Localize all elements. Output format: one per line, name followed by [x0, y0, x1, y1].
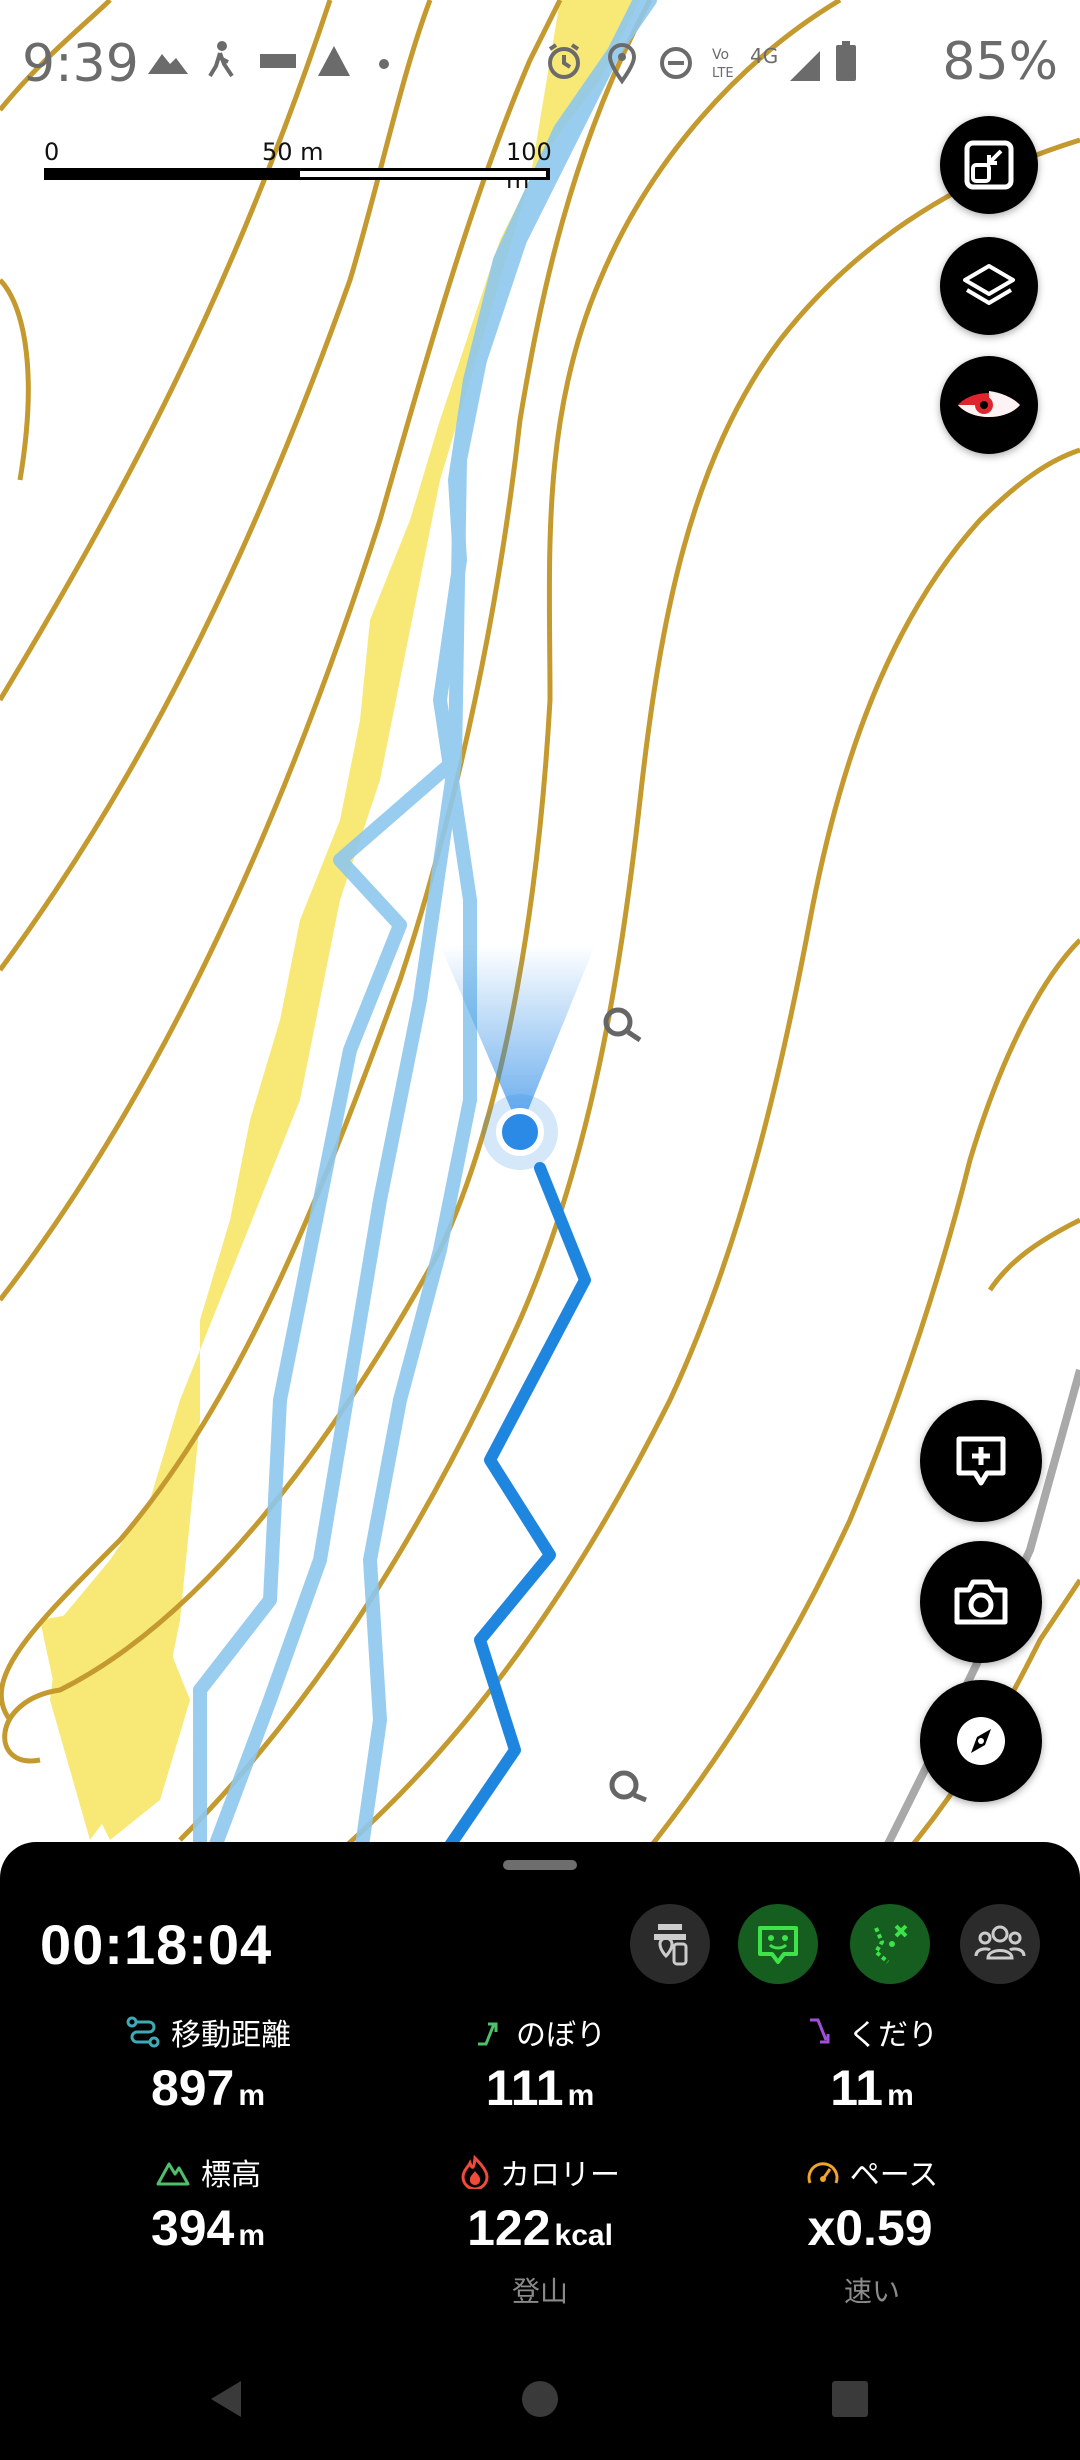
stat-distance: 移動距離 897 m [58, 2012, 358, 2124]
ascent-icon [478, 2022, 498, 2046]
alarm-icon [548, 43, 581, 79]
recents-icon [832, 2381, 868, 2417]
compass-icon [957, 1717, 1005, 1765]
layers-icon [963, 264, 1015, 305]
group-button[interactable] [960, 1904, 1040, 1984]
camera-icon [954, 1579, 1008, 1625]
stat-ascent-unit: m [567, 2079, 595, 2112]
panel-drag-handle[interactable] [503, 1860, 577, 1870]
scale-label-50: 50 m [262, 138, 324, 166]
stat-calories-label: カロリー [500, 2158, 620, 2193]
nav-home-button[interactable] [505, 2364, 575, 2434]
group-icon [974, 1925, 1026, 1960]
stat-pace-value: x0.59 [807, 2200, 933, 2256]
eye-icon [958, 391, 1020, 417]
gear-list-icon [654, 1924, 688, 1966]
view-mode-button[interactable] [940, 356, 1038, 454]
news-icon [260, 54, 296, 68]
svg-text:Vo: Vo [712, 47, 729, 63]
stat-descent-value: 11 [830, 2060, 884, 2116]
system-nav-bar [0, 2340, 1080, 2460]
stat-calories-value: 122 [467, 2200, 551, 2256]
svg-text:LTE: LTE [712, 66, 734, 81]
camera-button[interactable] [920, 1541, 1042, 1663]
route-edit-button[interactable] [850, 1904, 930, 1984]
flame-icon [461, 2155, 489, 2189]
system-icons: Vo LTE 4G 85% [536, 32, 1058, 92]
triangle-icon [318, 46, 350, 76]
stat-altitude-label: 標高 [201, 2158, 261, 2193]
memo-face-icon [758, 1926, 798, 1964]
walking-icon [208, 41, 234, 78]
stat-descent-label: くだり [848, 2018, 938, 2053]
mountain-icon [148, 54, 188, 74]
stat-calories-unit: kcal [554, 2219, 613, 2252]
elapsed-time: 00:18:04 [40, 1913, 273, 1976]
route-icon [126, 2016, 160, 2048]
stat-pace: ペース x0.59 速い [722, 2152, 1022, 2310]
route-edit-icon [873, 1924, 908, 1964]
network-type: 4G [750, 44, 778, 68]
fullscreen-exit-icon [964, 140, 1014, 190]
back-icon [211, 2381, 241, 2417]
stat-calories: カロリー 122 kcal 登山 [390, 2152, 690, 2310]
stat-ascent-value: 111 [485, 2060, 564, 2116]
stat-pace-rating: 速い [843, 2275, 900, 2308]
battery-percent: 85% [942, 32, 1058, 92]
checklist-button[interactable] [630, 1904, 710, 1984]
layers-button[interactable] [940, 237, 1038, 335]
dnd-icon [660, 47, 693, 79]
current-location-dot [496, 1108, 544, 1156]
nav-recents-button[interactable] [815, 2364, 885, 2434]
battery-icon [836, 41, 857, 81]
volte-icon: Vo LTE [712, 47, 734, 81]
notification-icons [146, 40, 406, 84]
stat-calories-activity: 登山 [511, 2275, 568, 2308]
descent-icon [810, 2018, 830, 2044]
mountain-outline-icon [156, 2162, 190, 2186]
add-memo-button[interactable] [920, 1400, 1042, 1522]
status-bar: 9:39 Vo LTE 4G 85% [0, 0, 1080, 130]
status-time: 9:39 [22, 34, 139, 94]
stat-descent: くだり 11 m [722, 2012, 1022, 2124]
stat-descent-unit: m [887, 2079, 914, 2112]
scale-label-100: 100 m [506, 138, 552, 194]
compass-button[interactable] [920, 1680, 1042, 1802]
stat-altitude-value: 394 [150, 2200, 235, 2256]
map-view[interactable] [0, 0, 1080, 1860]
stat-ascent: のぼり 111 m [390, 2012, 690, 2124]
signal-icon [790, 51, 821, 81]
location-icon [608, 43, 637, 85]
memo-toggle-button[interactable] [738, 1904, 818, 1984]
add-memo-icon [956, 1436, 1006, 1486]
fullscreen-exit-button[interactable] [940, 116, 1038, 214]
speedometer-icon [807, 2162, 839, 2184]
stat-distance-unit: m [238, 2079, 266, 2112]
scale-label-0: 0 [44, 138, 60, 166]
stat-ascent-label: のぼり [516, 2018, 606, 2053]
scale-segment [300, 171, 546, 177]
stat-altitude: 標高 394 m [58, 2152, 358, 2264]
stat-distance-label: 移動距離 [171, 2018, 291, 2053]
stat-pace-label: ペース [849, 2158, 939, 2193]
svg-text:4G: 4G [750, 44, 778, 68]
stat-altitude-unit: m [238, 2219, 266, 2252]
scale-bar: 0 50 m 100 m [44, 138, 554, 194]
stat-distance-value: 897 [150, 2060, 235, 2116]
home-icon [522, 2381, 558, 2417]
dot-icon [379, 59, 389, 69]
nav-back-button[interactable] [192, 2364, 262, 2434]
